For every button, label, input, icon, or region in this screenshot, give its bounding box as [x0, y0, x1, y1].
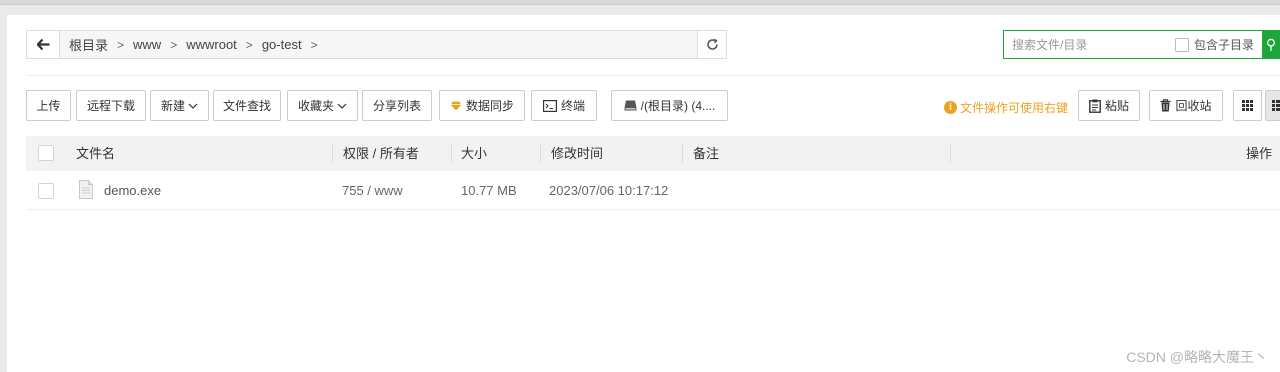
chevron-down-icon: [188, 103, 198, 109]
breadcrumb-separator: >: [245, 37, 253, 52]
breadcrumb: 根目录 > www > wwwroot > go-test >: [60, 35, 697, 54]
refresh-icon: [706, 38, 718, 50]
right-click-tip: i 文件操作可使用右键: [944, 99, 1068, 116]
remote-download-label: 远程下载: [86, 99, 135, 113]
grid-view-button[interactable]: [1233, 90, 1262, 121]
breadcrumb-separator: >: [117, 37, 125, 52]
breadcrumb-item[interactable]: www: [133, 37, 161, 52]
column-header-size[interactable]: 大小: [461, 136, 487, 171]
disk-button[interactable]: /(根目录) (4....: [611, 90, 728, 121]
info-icon: i: [944, 101, 957, 114]
file-find-button[interactable]: 文件查找: [213, 90, 281, 121]
grid-view-icon: [1242, 100, 1253, 111]
data-sync-button[interactable]: 数据同步: [439, 90, 525, 121]
upload-button[interactable]: 上传: [26, 90, 71, 121]
favorites-button[interactable]: 收藏夹: [287, 90, 358, 121]
upload-label: 上传: [36, 99, 61, 113]
column-header-mtime[interactable]: 修改时间: [551, 136, 603, 171]
new-label: 新建: [160, 99, 185, 113]
search-input[interactable]: [1004, 31, 1164, 58]
list-view-icon: [1272, 100, 1280, 111]
search-icon: ⚲: [1265, 36, 1277, 52]
file-icon: [79, 180, 93, 202]
breadcrumb-separator: >: [170, 37, 178, 52]
recycle-bin-button[interactable]: 回收站: [1149, 90, 1223, 121]
row-checkbox[interactable]: [38, 183, 54, 199]
back-button[interactable]: [27, 31, 60, 58]
divider: [26, 75, 1280, 76]
paste-button[interactable]: 粘贴: [1078, 90, 1140, 121]
file-size: 10.77 MB: [461, 183, 517, 198]
include-subdir-checkbox[interactable]: [1175, 37, 1189, 52]
column-separator: [332, 144, 333, 163]
new-button[interactable]: 新建: [150, 90, 209, 121]
favorites-label: 收藏夹: [297, 99, 334, 113]
search-button[interactable]: ⚲: [1262, 30, 1280, 59]
watermark: CSDN @略略大魔王丶: [1126, 349, 1268, 365]
share-list-label: 分享列表: [372, 99, 421, 113]
breadcrumb-item[interactable]: go-test: [262, 37, 302, 52]
terminal-label: 终端: [560, 99, 585, 113]
path-bar: 根目录 > www > wwwroot > go-test >: [26, 30, 727, 59]
column-separator: [451, 144, 452, 163]
window-top-strip: [0, 0, 1280, 5]
file-manager-panel: 根目录 > www > wwwroot > go-test > 包含子目录 ⚲ …: [7, 15, 1280, 372]
list-view-button[interactable]: [1265, 90, 1280, 121]
breadcrumb-item[interactable]: 根目录: [69, 35, 108, 54]
tip-text: 文件操作可使用右键: [960, 101, 1069, 115]
refresh-button[interactable]: [697, 31, 726, 58]
file-permission[interactable]: 755 / www: [342, 171, 403, 210]
clipboard-icon: [1089, 99, 1101, 113]
trash-icon: [1160, 99, 1171, 112]
column-separator: [950, 144, 951, 163]
column-header-name[interactable]: 文件名: [76, 136, 115, 171]
search-box: 包含子目录 ⚲: [1003, 30, 1280, 59]
table-row[interactable]: demo.exe 755 / www 10.77 MB 2023/07/06 1…: [26, 171, 1280, 210]
diamond-icon: [450, 101, 462, 110]
paste-label: 粘贴: [1104, 99, 1129, 113]
recycle-bin-label: 回收站: [1175, 99, 1212, 113]
column-separator: [682, 144, 683, 163]
include-subdir-label: 包含子目录: [1194, 38, 1255, 52]
column-header-note: 备注: [693, 146, 720, 161]
file-mtime: 2023/07/06 10:17:12: [549, 183, 669, 198]
breadcrumb-separator: >: [310, 37, 318, 52]
share-list-button[interactable]: 分享列表: [362, 90, 432, 121]
column-header-permission[interactable]: 权限 / 所有者: [343, 136, 419, 171]
select-all-checkbox[interactable]: [38, 145, 54, 161]
remote-download-button[interactable]: 远程下载: [76, 90, 146, 121]
disk-label: /(根目录) (4....: [640, 99, 716, 113]
file-name[interactable]: demo.exe: [104, 171, 161, 210]
terminal-button[interactable]: 终端: [531, 90, 597, 121]
column-separator: [540, 144, 541, 163]
column-header-operations: 操作: [1245, 146, 1272, 161]
chevron-down-icon: [337, 103, 347, 109]
arrow-left-icon: [36, 39, 49, 50]
include-subdir-option[interactable]: 包含子目录: [1175, 36, 1254, 53]
breadcrumb-item[interactable]: wwwroot: [186, 37, 237, 52]
file-table-header: 文件名 权限 / 所有者 大小 修改时间 备注 操作: [26, 136, 1280, 171]
file-find-label: 文件查找: [222, 99, 271, 113]
hard-disk-icon: [624, 100, 637, 111]
data-sync-label: 数据同步: [465, 99, 514, 113]
terminal-icon: [542, 99, 557, 112]
